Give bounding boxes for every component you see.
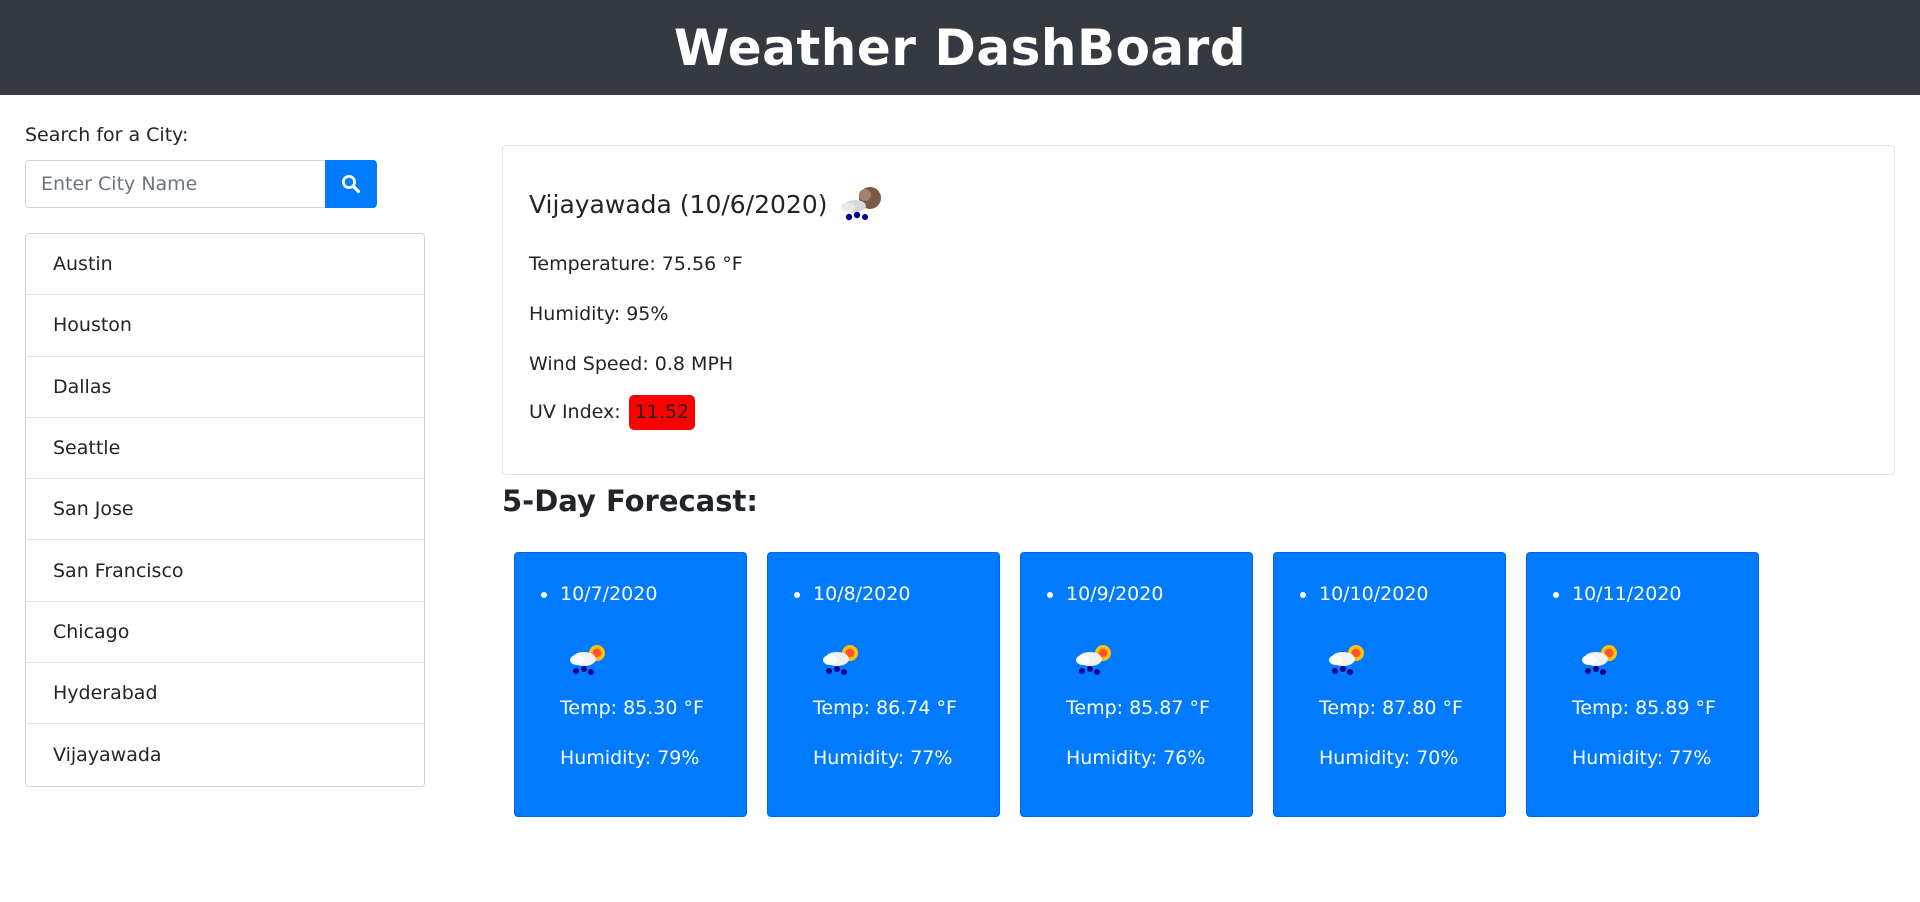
list-bullet [1300, 592, 1306, 598]
forecast-humidity: Humidity: 79% [560, 747, 700, 769]
list-bullet [1047, 592, 1053, 598]
forecast-card: 10/8/2020 Temp: 86.74 °F Humidity: 77% [767, 552, 1000, 817]
sun-rain-cloud-icon [1329, 645, 1364, 675]
sun-rain-cloud-icon [1582, 645, 1617, 675]
city-item[interactable]: Seattle [26, 417, 424, 480]
current-weather-card: Vijayawada (10/6/2020) Temperature: 75.5… [502, 145, 1895, 475]
forecast-card: 10/10/2020 Temp: 87.80 °F Humidity: 70% [1273, 552, 1506, 817]
sun-rain-cloud-icon [823, 645, 858, 675]
forecast-title: 5-Day Forecast: [502, 484, 758, 518]
forecast-temp: Temp: 85.89 °F [1572, 697, 1716, 719]
city-item[interactable]: Chicago [26, 601, 424, 664]
search-label: Search for a City: [25, 124, 189, 146]
forecast-humidity: Humidity: 77% [1572, 747, 1712, 769]
forecast-temp: Temp: 86.74 °F [813, 697, 957, 719]
forecast-card: 10/11/2020 Temp: 85.89 °F Humidity: 77% [1526, 552, 1759, 817]
sun-rain-cloud-icon [570, 645, 605, 675]
sun-rain-cloud-icon [1076, 645, 1111, 675]
city-history-list: Austin Houston Dallas Seattle San Jose S… [25, 233, 425, 787]
list-bullet [1553, 592, 1559, 598]
forecast-date: 10/9/2020 [1066, 583, 1164, 605]
uv-index-label: UV Index: [529, 401, 621, 423]
city-search-input[interactable] [25, 160, 325, 208]
city-item[interactable]: Austin [26, 234, 424, 296]
forecast-date: 10/8/2020 [813, 583, 911, 605]
forecast-date: 10/11/2020 [1572, 583, 1682, 605]
city-item[interactable]: Houston [26, 295, 424, 357]
list-bullet [794, 592, 800, 598]
search-button[interactable] [325, 160, 377, 208]
forecast-date: 10/10/2020 [1319, 583, 1429, 605]
forecast-card: 10/9/2020 Temp: 85.87 °F Humidity: 76% [1020, 552, 1253, 817]
forecast-temp: Temp: 85.87 °F [1066, 697, 1210, 719]
city-item[interactable]: San Francisco [26, 540, 424, 602]
uv-index-row: UV Index: 11.52 [529, 395, 696, 430]
forecast-humidity: Humidity: 70% [1319, 747, 1459, 769]
city-item[interactable]: Vijayawada [26, 724, 424, 786]
current-humidity: Humidity: 95% [529, 303, 669, 325]
current-temperature: Temperature: 75.56 °F [529, 253, 743, 275]
current-city-title: Vijayawada (10/6/2020) [529, 189, 828, 219]
forecast-temp: Temp: 87.80 °F [1319, 697, 1463, 719]
list-bullet [541, 592, 547, 598]
rain-cloud-icon [841, 187, 882, 221]
uv-index-badge: 11.52 [628, 395, 696, 430]
forecast-temp: Temp: 85.30 °F [560, 697, 704, 719]
city-item[interactable]: Hyderabad [26, 663, 424, 725]
page-title: Weather DashBoard [673, 18, 1247, 77]
forecast-humidity: Humidity: 77% [813, 747, 953, 769]
search-icon [342, 175, 361, 194]
search-group [25, 160, 377, 208]
forecast-humidity: Humidity: 76% [1066, 747, 1206, 769]
city-item[interactable]: Dallas [26, 356, 424, 418]
forecast-date: 10/7/2020 [560, 583, 658, 605]
city-item[interactable]: San Jose [26, 479, 424, 541]
forecast-card: 10/7/2020 Temp: 85.30 °F Humidity: 79% [514, 552, 747, 817]
current-wind-speed: Wind Speed: 0.8 MPH [529, 353, 734, 375]
app-header: Weather DashBoard [0, 0, 1920, 95]
